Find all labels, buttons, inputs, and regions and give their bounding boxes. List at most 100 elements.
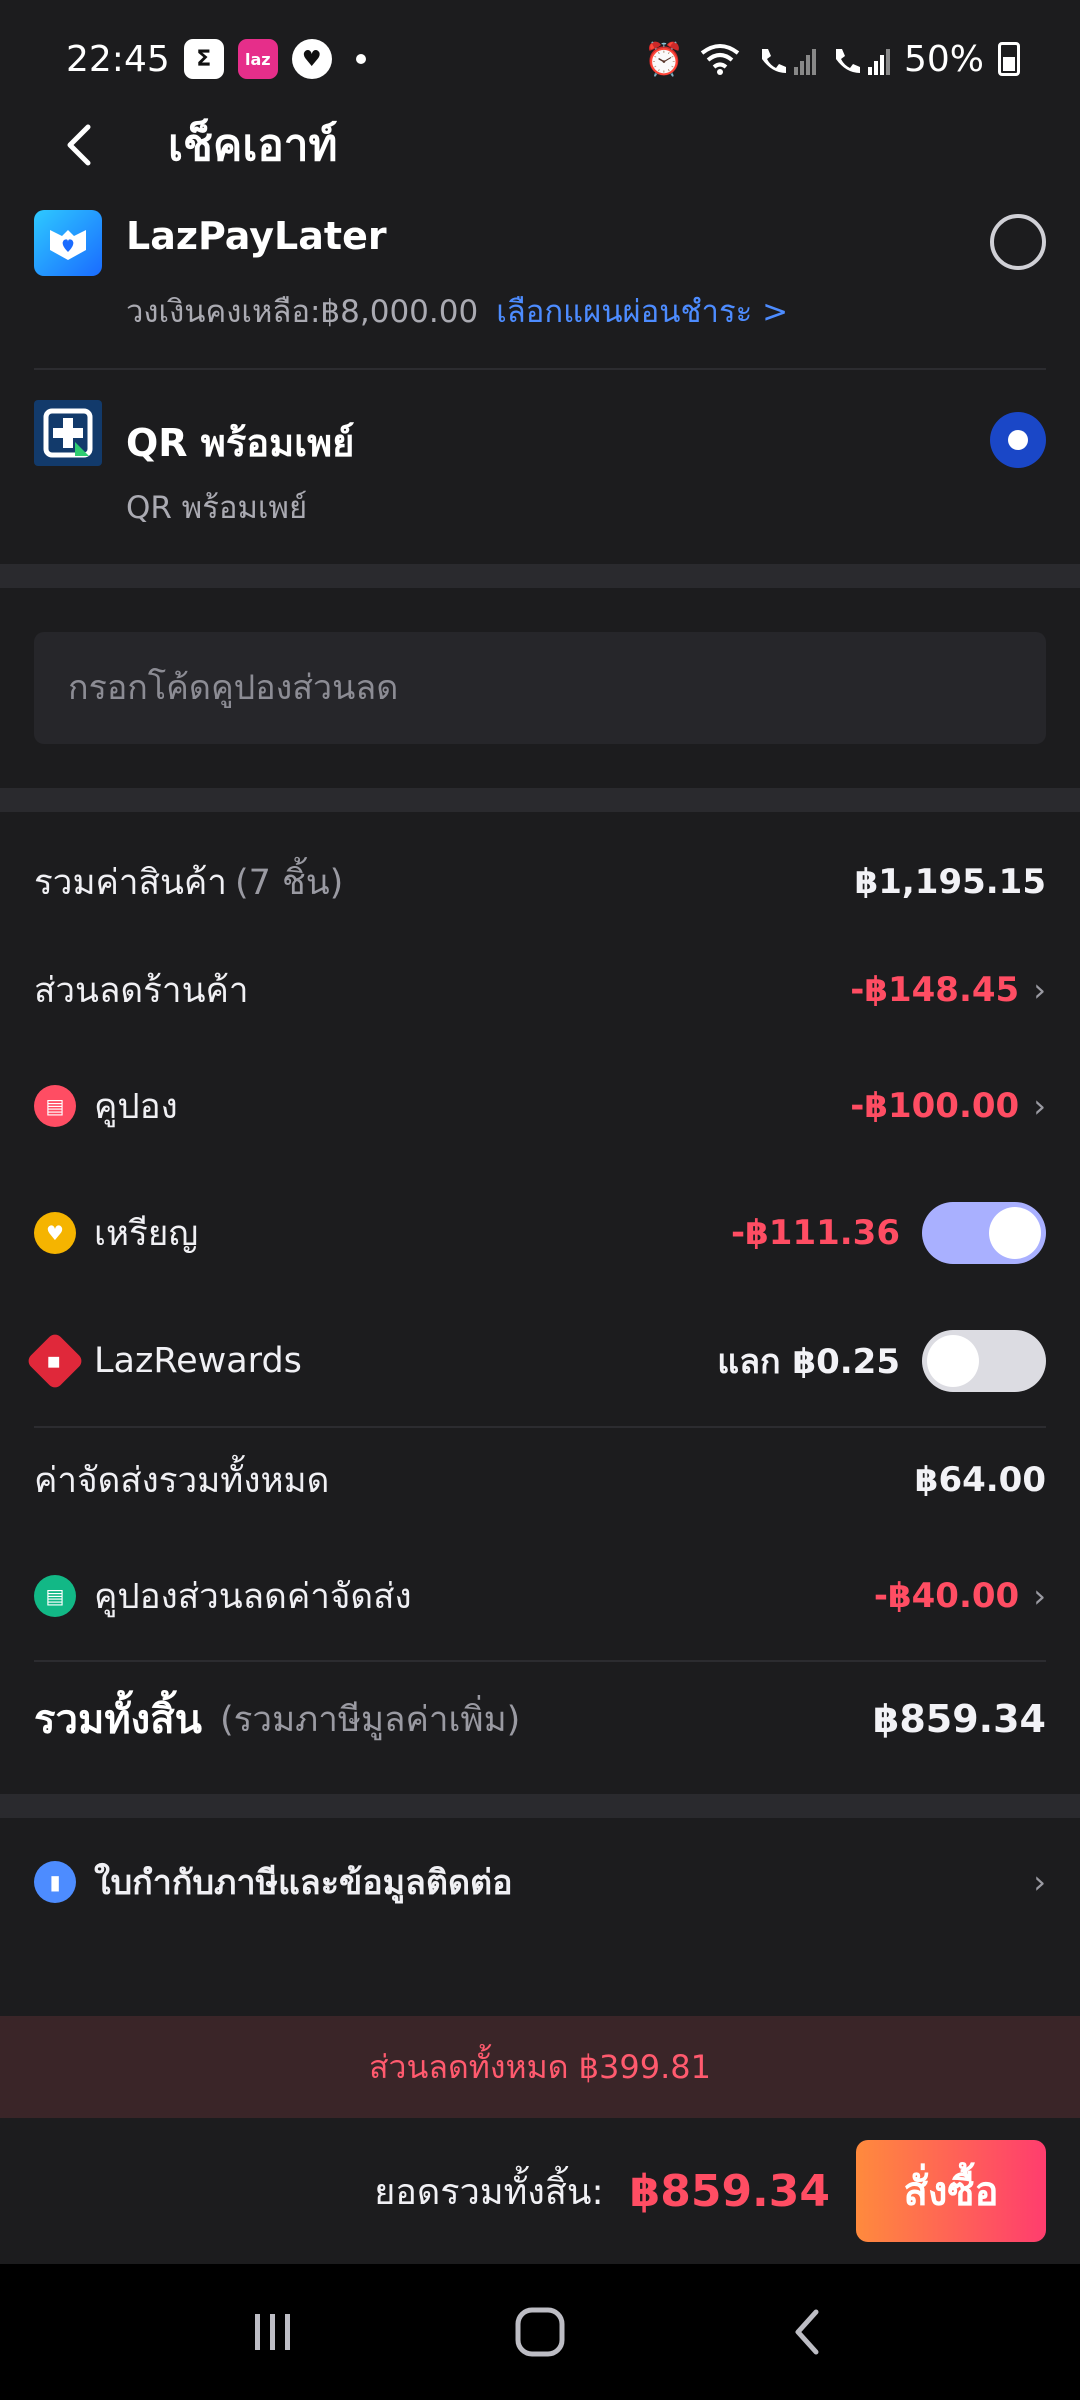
home-button[interactable] <box>490 2292 590 2372</box>
alarm-icon: ⏰ <box>644 40 684 78</box>
divider <box>34 1426 1046 1428</box>
chevron-right-icon: › <box>1033 1863 1046 1901</box>
battery-icon <box>998 42 1020 76</box>
shipping-coupon-value: -฿40.00 <box>873 1576 1020 1616</box>
lazpaylater-credit-text: วงเงินคงเหลือ:฿8,000.00 <box>126 294 479 330</box>
total-note: (รวมภาษีมูลค่าเพิ่ม) <box>219 1699 521 1740</box>
coins-label: เหรียญ <box>94 1213 199 1254</box>
status-bar-left: 22:45 Σ laz ♥ <box>66 39 366 80</box>
promptpay-radio[interactable] <box>990 412 1046 468</box>
total-discount-text: ส่วนลดทั้งหมด ฿399.81 <box>369 2047 711 2086</box>
store-discount-label-group: ส่วนลดร้านค้า <box>34 963 249 1018</box>
payment-option-promptpay[interactable]: QR พร้อมเพย์ QR พร้อมเพย์ <box>0 400 1080 550</box>
coupon-value-group: -฿100.00 › <box>850 1086 1046 1126</box>
lazrewards-value: แลก ฿0.25 <box>717 1342 900 1382</box>
shipping-row: ค่าจัดส่งรวมทั้งหมด ฿64.00 <box>34 1448 1046 1512</box>
subtotal-row: รวมค่าสินค้า (7 ชิ้น) ฿1,195.15 <box>34 850 1046 914</box>
system-back-button[interactable] <box>757 2292 857 2372</box>
coupon-value: -฿100.00 <box>850 1086 1020 1126</box>
coupon-label-group: ▤ คูปอง <box>34 1079 178 1134</box>
lazpaylater-logo-icon <box>34 210 102 276</box>
shipping-coupon-label-group: ▤ คูปองส่วนลดค่าจัดส่ง <box>34 1569 412 1624</box>
call-signal-1-icon <box>761 49 816 75</box>
promptpay-subtitle: QR พร้อมเพย์ <box>126 490 308 526</box>
coins-label-group: ♥ เหรียญ <box>34 1206 198 1261</box>
status-time: 22:45 <box>66 38 170 80</box>
invoice-label-group: ▮ ใบกำกับภาษีและข้อมูลติดต่อ <box>34 1855 513 1909</box>
coin-icon: ♥ <box>34 1212 76 1254</box>
checkout-bar: ยอดรวมทั้งสิ้น: ฿859.34 สั่งซื้อ <box>0 2118 1080 2264</box>
shipping-value-group: ฿64.00 <box>915 1460 1046 1500</box>
receipt-icon: ▮ <box>34 1861 76 1903</box>
coins-value: -฿111.36 <box>731 1213 900 1253</box>
divider <box>34 368 1046 370</box>
total-discount-banner: ส่วนลดทั้งหมด ฿399.81 <box>0 2016 1080 2118</box>
shipping-value: ฿64.00 <box>914 1460 1046 1500</box>
wifi-icon <box>700 44 740 75</box>
coupon-row[interactable]: ▤ คูปอง -฿100.00 › <box>34 1074 1046 1138</box>
chevron-right-icon: › <box>1033 1087 1046 1125</box>
subtotal-label-group: รวมค่าสินค้า (7 ชิ้น) <box>34 855 343 910</box>
sigma-app-icon: Σ <box>183 39 224 79</box>
store-discount-row[interactable]: ส่วนลดร้านค้า -฿148.45 › <box>34 958 1046 1022</box>
grand-total-label: ยอดรวมทั้งสิ้น: <box>374 2171 604 2213</box>
notification-dot-icon <box>355 54 366 64</box>
lazada-app-icon: laz <box>237 39 278 79</box>
checkout-screen: 22:45 Σ laz ♥ ⏰ 50% เช็คเอาท์ LazPayLate… <box>0 0 1080 2400</box>
store-discount-label: ส่วนลดร้านค้า <box>34 970 249 1011</box>
subtotal-value: ฿1,195.15 <box>854 862 1046 902</box>
total-value: ฿859.34 <box>872 1697 1046 1741</box>
total-row: รวมทั้งสิ้น (รวมภาษีมูลค่าเพิ่ม) ฿859.34 <box>34 1684 1046 1754</box>
coins-toggle[interactable] <box>922 1202 1046 1264</box>
subtotal-value-group: ฿1,195.15 <box>855 862 1046 902</box>
grand-total-value: ฿859.34 <box>629 2165 830 2217</box>
section-separator <box>0 1794 1080 1818</box>
lazrewards-icon: ◆ <box>25 1331 85 1391</box>
invoice-contact-row[interactable]: ▮ ใบกำกับภาษีและข้อมูลติดต่อ › <box>34 1830 1046 1934</box>
battery-percent: 50% <box>903 38 984 80</box>
coins-row: ♥ เหรียญ -฿111.36 <box>34 1198 1046 1268</box>
lazrewards-row: ◆ LazRewards แลก ฿0.25 <box>25 1326 1046 1396</box>
recent-apps-button[interactable] <box>223 2292 323 2372</box>
divider <box>34 1660 1046 1662</box>
page-title: เช็คเอาท์ <box>168 120 338 171</box>
recent-apps-icon <box>255 2314 291 2350</box>
chevron-right-icon: › <box>1033 1577 1046 1615</box>
payment-option-lazpaylater[interactable]: LazPayLater วงเงินคงเหลือ:฿8,000.00 เลือก… <box>0 204 1080 368</box>
system-nav-bar <box>0 2264 1080 2400</box>
promptpay-qr-icon <box>34 400 102 466</box>
chevron-right-icon: › <box>1033 971 1046 1009</box>
shipping-coupon-row[interactable]: ▤ คูปองส่วนลดค่าจัดส่ง -฿40.00 › <box>34 1564 1046 1628</box>
chevron-left-icon <box>67 124 91 166</box>
shipping-coupon-value-group: -฿40.00 › <box>874 1576 1046 1616</box>
subtotal-label: รวมค่าสินค้า <box>34 862 227 903</box>
subtotal-count: (7 ชิ้น) <box>234 862 344 903</box>
place-order-button[interactable]: สั่งซื้อ <box>856 2140 1046 2242</box>
total-value-group: ฿859.34 <box>873 1697 1046 1741</box>
lazrewards-value-group: แลก ฿0.25 <box>717 1330 1046 1392</box>
section-separator <box>0 564 1080 588</box>
shipping-label: ค่าจัดส่งรวมทั้งหมด <box>34 1460 330 1501</box>
coupon-label: คูปอง <box>94 1086 178 1127</box>
voucher-code-input[interactable] <box>34 632 1046 744</box>
chat-heart-icon: ♥ <box>291 39 332 79</box>
promptpay-title: QR พร้อมเพย์ <box>126 421 355 465</box>
lazrewards-toggle[interactable] <box>922 1330 1046 1392</box>
call-signal-2-icon <box>835 49 890 75</box>
lazpaylater-radio[interactable] <box>990 214 1046 270</box>
total-label: รวมทั้งสิ้น <box>34 1697 202 1743</box>
coins-value-group: -฿111.36 <box>731 1202 1046 1264</box>
ticket-icon: ▤ <box>34 1085 76 1127</box>
shipping-ticket-icon: ▤ <box>34 1575 76 1617</box>
back-button[interactable] <box>34 100 124 190</box>
section-separator <box>0 788 1080 812</box>
installment-plan-link[interactable]: เลือกแผนผ่อนชำระ > <box>496 294 788 330</box>
shipping-label-group: ค่าจัดส่งรวมทั้งหมด <box>34 1453 329 1508</box>
store-discount-value-group: -฿148.45 › <box>850 970 1046 1010</box>
page-header: เช็คเอาท์ <box>0 100 1080 190</box>
shipping-coupon-label: คูปองส่วนลดค่าจัดส่ง <box>94 1576 412 1617</box>
lazrewards-label-group: ◆ LazRewards <box>25 1331 302 1391</box>
back-arrow-icon <box>795 2309 819 2355</box>
store-discount-value: -฿148.45 <box>850 970 1020 1010</box>
status-bar-right: ⏰ 50% <box>644 39 1020 80</box>
